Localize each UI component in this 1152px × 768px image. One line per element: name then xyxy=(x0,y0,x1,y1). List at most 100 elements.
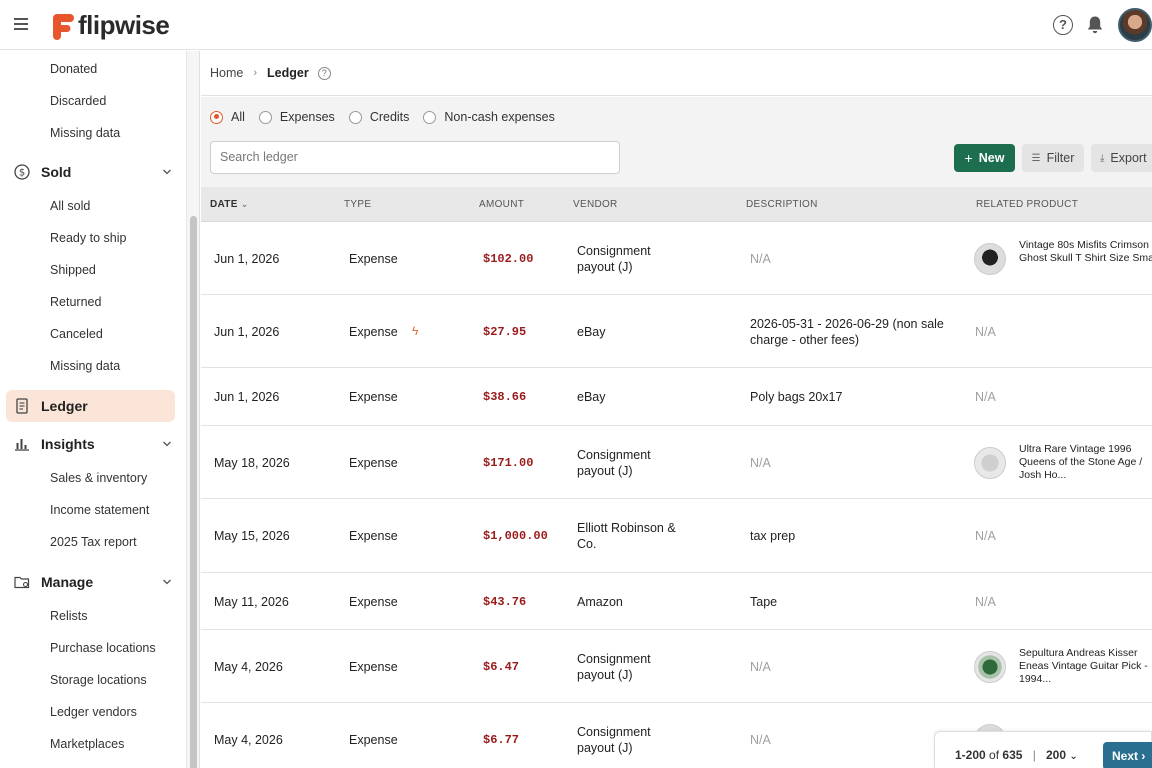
chevron-down-icon xyxy=(163,441,171,447)
search-input[interactable]: Search ledger xyxy=(210,141,620,174)
row-related-product: N/A xyxy=(975,324,996,339)
row-related-product[interactable]: Sepultura Andreas Kisser Eneas Vintage G… xyxy=(1019,647,1152,686)
top-actions: ? xyxy=(1053,0,1152,50)
radio-dot[interactable] xyxy=(210,110,223,124)
type-filter-radios: All Expenses Credits Non-cash expenses xyxy=(210,110,569,124)
export-button[interactable]: ⤓ Export xyxy=(1091,144,1152,172)
radio-dot[interactable] xyxy=(258,110,272,124)
product-thumbnail[interactable] xyxy=(974,650,1006,683)
table-row[interactable]: Jun 1, 2026 Expense $38.66 eBay Poly bags 20… xyxy=(201,368,1152,426)
chevron-right-icon: › xyxy=(1141,749,1146,763)
sidebar-section-manage[interactable]: Manage xyxy=(14,567,174,597)
row-vendor: Consignment payout (J) xyxy=(577,651,651,682)
row-vendor: Consignment payout (J) xyxy=(577,724,651,755)
new-button[interactable]: + New xyxy=(954,144,1015,172)
sidebar-item-ledger[interactable]: Ledger xyxy=(6,390,175,422)
radio-dot[interactable] xyxy=(423,110,437,124)
plus-icon: + xyxy=(964,150,973,166)
row-date: May 4, 2026 xyxy=(214,732,283,747)
sidebar-item-all-sold[interactable]: All sold xyxy=(50,196,90,216)
column-header-description[interactable]: DESCRIPTION xyxy=(746,187,818,222)
sidebar-item-ready-to-ship[interactable]: Ready to ship xyxy=(50,228,126,248)
column-header-related-product[interactable]: RELATED PRODUCT xyxy=(976,187,1078,222)
row-description: 2026-05-31 - 2026-06-29 (non sale charge… xyxy=(750,316,944,347)
sidebar-item-tax-report[interactable]: 2025 Tax report xyxy=(50,532,137,552)
sidebar-item-shipped[interactable]: Shipped xyxy=(50,260,96,280)
row-related-product[interactable]: Ultra Rare Vintage 1996 Queens of the St… xyxy=(1019,443,1152,482)
row-description: N/A xyxy=(750,659,771,674)
sidebar-item-canceled[interactable]: Canceled xyxy=(50,324,103,344)
row-date: May 4, 2026 xyxy=(214,659,283,674)
table-row[interactable]: Jun 1, 2026 Expense $102.00 Consignment pay… xyxy=(201,222,1152,295)
filter-button[interactable]: ☰ Filter xyxy=(1022,144,1084,172)
bell-icon[interactable] xyxy=(1086,15,1104,35)
page-size-select[interactable]: 200 ⌄ xyxy=(1046,748,1078,762)
column-header-type[interactable]: TYPE xyxy=(344,187,371,222)
app-name: flipwise xyxy=(78,9,170,40)
radio-credits-label: Credits xyxy=(369,110,410,124)
row-description: N/A xyxy=(750,732,771,747)
table-row[interactable]: Jun 1, 2026 Expense ϟ $27.95 eBay 2026-05-31 … xyxy=(201,295,1152,368)
sidebar-item-marketplaces[interactable]: Marketplaces xyxy=(50,734,124,754)
download-icon: ⤓ xyxy=(1100,152,1105,164)
sidebar-item-income-statement[interactable]: Income statement xyxy=(50,500,149,520)
radio-all[interactable]: All xyxy=(210,110,245,124)
row-type: Expense xyxy=(349,455,398,470)
product-thumbnail[interactable] xyxy=(974,242,1006,275)
table-row[interactable]: May 15, 2026 Expense $1,000.00 Elliott Robi… xyxy=(201,499,1152,573)
sidebar-section-sold-label: Sold xyxy=(41,164,72,180)
sidebar-item-ledger-vendors[interactable]: Ledger vendors xyxy=(50,702,137,722)
column-header-vendor[interactable]: VENDOR xyxy=(573,187,618,222)
sidebar-item-purchase-locations[interactable]: Purchase locations xyxy=(50,638,156,658)
radio-credits[interactable]: Credits xyxy=(348,110,410,124)
radio-expenses[interactable]: Expenses xyxy=(258,110,335,124)
sidebar-section-manage-label: Manage xyxy=(41,574,94,590)
sidebar-scrollbar[interactable] xyxy=(186,51,199,768)
table-row[interactable]: May 4, 2026 Expense $6.47 Consignment payou… xyxy=(201,630,1152,703)
row-vendor: eBay xyxy=(577,324,606,339)
sidebar-item-storage-locations[interactable]: Storage locations xyxy=(50,670,147,690)
sidebar-item-ledger-label: Ledger xyxy=(41,398,88,414)
row-related-product[interactable]: Vintage 80s Misfits Crimson Ghost Skull … xyxy=(1019,239,1152,265)
sidebar-section-insights[interactable]: Insights xyxy=(14,429,174,459)
menu-icon[interactable] xyxy=(14,18,28,30)
sidebar-item-discarded[interactable]: Discarded xyxy=(50,91,106,111)
help-icon[interactable]: ? xyxy=(317,66,331,80)
row-type: Expense xyxy=(349,324,398,339)
sort-down-icon: ⌄ xyxy=(240,199,249,209)
column-header-date[interactable]: DATE ⌄ xyxy=(210,187,249,222)
chevron-down-icon xyxy=(163,579,171,585)
product-thumbnail[interactable] xyxy=(974,446,1006,479)
radio-non-cash-label: Non-cash expenses xyxy=(444,110,555,124)
next-page-button[interactable]: Next › xyxy=(1103,742,1152,768)
sidebar-section-insights-label: Insights xyxy=(41,436,95,452)
sidebar-section-sold[interactable]: $ Sold xyxy=(14,157,174,187)
radio-dot[interactable] xyxy=(348,110,362,124)
row-description: Poly bags 20x17 xyxy=(750,390,843,404)
avatar[interactable] xyxy=(1118,8,1152,42)
column-header-amount[interactable]: AMOUNT xyxy=(479,187,524,222)
table-row[interactable]: May 18, 2026 Expense $171.00 Consignment pa… xyxy=(201,426,1152,499)
pagination-count: 1-200 of 635 | xyxy=(955,748,1043,762)
pagination-total: 635 xyxy=(1002,748,1023,762)
sidebar-scrollbar-thumb[interactable] xyxy=(190,216,197,768)
row-description: N/A xyxy=(750,251,771,266)
row-type: Expense xyxy=(349,251,398,266)
app-logo[interactable]: flipwise xyxy=(46,9,170,41)
sidebar-item-inventory-missing-data[interactable]: Missing data xyxy=(50,123,120,143)
sidebar-item-sales-inventory[interactable]: Sales & inventory xyxy=(50,468,147,488)
sidebar-item-sold-missing-data[interactable]: Missing data xyxy=(50,356,120,376)
sidebar-item-donated[interactable]: Donated xyxy=(50,59,97,79)
sidebar-item-relists[interactable]: Relists xyxy=(50,606,88,626)
radio-non-cash-expenses[interactable]: Non-cash expenses xyxy=(423,110,555,124)
ledger-toolbar: All Expenses Credits Non-cash expenses S… xyxy=(201,97,1152,187)
sidebar-item-returned[interactable]: Returned xyxy=(50,292,101,312)
sidebar: Donated Discarded Missing data $ Sold Al… xyxy=(0,51,200,768)
dollar-circle-icon: $ xyxy=(14,164,30,180)
table-row[interactable]: May 11, 2026 Expense $43.76 Amazon Tape N/A xyxy=(201,573,1152,630)
help-icon[interactable]: ? xyxy=(1053,15,1073,35)
lightning-icon: ϟ xyxy=(412,323,419,338)
breadcrumb-home[interactable]: Home xyxy=(210,66,243,80)
row-amount: $6.77 xyxy=(483,732,520,747)
row-description: tax prep xyxy=(750,529,796,543)
